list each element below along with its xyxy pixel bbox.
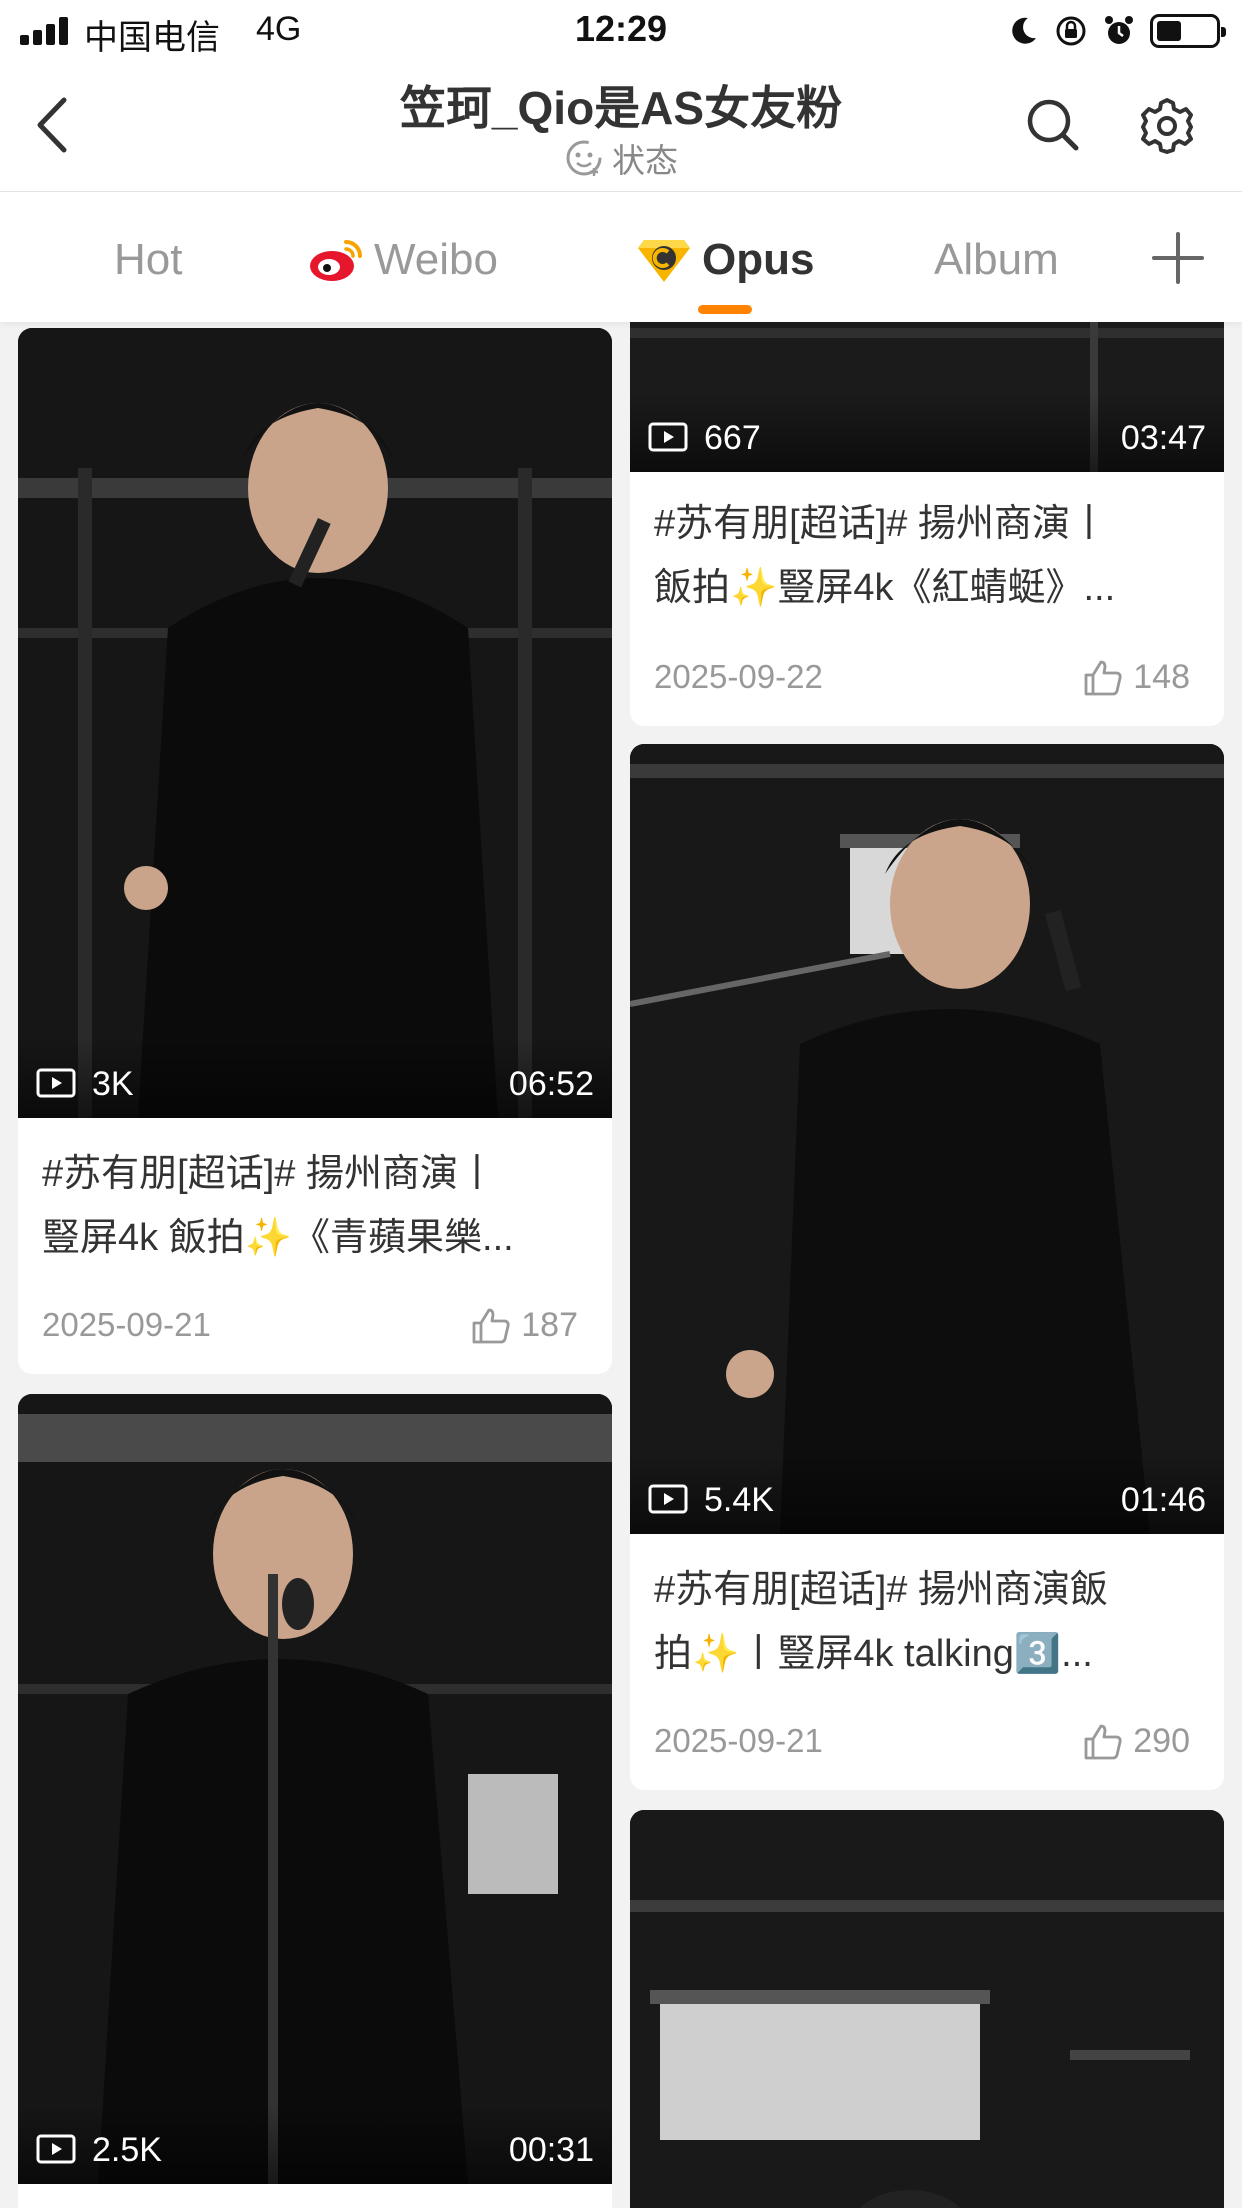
like-count: 148 bbox=[1133, 658, 1190, 696]
tab-label: Album bbox=[934, 235, 1059, 284]
video-card[interactable] bbox=[630, 1810, 1224, 2208]
opus-logo-icon bbox=[638, 240, 690, 282]
post-date: 2025-09-22 bbox=[654, 658, 823, 695]
view-count: 5.4K bbox=[704, 1481, 774, 1519]
profile-header: 笠珂_Qio是AS女友粉 状态 bbox=[0, 62, 1242, 192]
performer-photo bbox=[630, 744, 1224, 1534]
tab-label: Opus bbox=[702, 235, 815, 284]
video-title-line: 豎屏4k 飯拍✨《青蘋果樂... bbox=[42, 1217, 514, 1259]
video-card[interactable]: 5.4K 01:46 #苏有朋[超话]# 揚州商演飯 拍✨丨豎屏4k talki… bbox=[630, 744, 1224, 1790]
moon-icon bbox=[1012, 17, 1036, 44]
tab-opus[interactable]: Opus bbox=[636, 232, 814, 288]
post-date: 2025-09-21 bbox=[654, 1722, 823, 1759]
video-card[interactable]: 667 03:47 #苏有朋[超话]# 揚州商演丨 飯拍✨豎屏4k《紅蜻蜓》..… bbox=[630, 322, 1224, 726]
add-tab-icon[interactable] bbox=[1150, 230, 1206, 286]
video-card[interactable]: 3K 06:52 #苏有朋[超话]# 揚州商演丨 豎屏4k 飯拍✨《青蘋果樂..… bbox=[18, 328, 612, 1374]
thumbs-up-icon bbox=[1084, 660, 1122, 695]
video-thumbnail[interactable]: 2.5K 00:31 bbox=[18, 1394, 612, 2184]
video-play-icon bbox=[648, 422, 688, 452]
thumbs-up-icon bbox=[472, 1308, 510, 1343]
tab-album[interactable]: Album bbox=[934, 232, 1059, 288]
status-label: 状态 bbox=[612, 142, 678, 179]
alarm-icon bbox=[1105, 16, 1133, 44]
video-title-line: 拍✨丨豎屏4k talking3️⃣... bbox=[654, 1633, 1093, 1675]
tab-label: Weibo bbox=[374, 235, 498, 284]
video-thumbnail[interactable]: 667 03:47 bbox=[630, 322, 1224, 472]
performer-photo bbox=[630, 1810, 1224, 2208]
view-count: 2.5K bbox=[92, 2131, 162, 2169]
battery-icon bbox=[1150, 14, 1226, 48]
video-play-icon bbox=[36, 1068, 76, 1098]
status-bar: 中国电信 4G 12:29 bbox=[0, 0, 1242, 62]
video-title-line: #苏有朋[超话]# 揚州商演丨 bbox=[654, 503, 1108, 545]
video-title[interactable]: #苏有朋[超话]# 揚州商演丨 豎屏4k 飯拍✨《青蘋果樂... bbox=[42, 1142, 588, 1270]
video-play-icon bbox=[36, 2134, 76, 2164]
post-date: 2025-09-21 bbox=[42, 1306, 211, 1343]
video-thumbnail[interactable]: 3K 06:52 bbox=[18, 328, 612, 1118]
video-thumbnail[interactable]: 5.4K 01:46 bbox=[630, 744, 1224, 1534]
video-play-icon bbox=[648, 1484, 688, 1514]
rotation-lock-icon bbox=[1056, 16, 1086, 46]
tab-label: Hot bbox=[114, 235, 183, 284]
video-title[interactable]: #苏有朋[超话]# 揚州商演飯 拍✨丨豎屏4k talking3️⃣... bbox=[654, 1558, 1200, 1686]
like-count: 187 bbox=[521, 1306, 578, 1344]
profile-tabs: Hot Weibo Opus Album bbox=[0, 192, 1242, 322]
video-title-line: #苏有朋[超话]# 揚州商演飯 bbox=[654, 1569, 1108, 1611]
tab-weibo[interactable]: Weibo bbox=[308, 232, 498, 288]
video-duration: 01:46 bbox=[1120, 1481, 1206, 1519]
like-count: 290 bbox=[1133, 1722, 1190, 1760]
video-title[interactable]: #苏有朋[超话]# 揚州商演丨 飯拍✨豎屏4k《紅蜻蜓》... bbox=[654, 492, 1200, 620]
gear-icon[interactable] bbox=[1138, 96, 1196, 154]
opus-feed: 3K 06:52 #苏有朋[超话]# 揚州商演丨 豎屏4k 飯拍✨《青蘋果樂..… bbox=[0, 322, 1242, 2208]
view-count: 667 bbox=[704, 419, 761, 457]
tab-hot[interactable]: Hot bbox=[114, 232, 182, 288]
like-button[interactable]: 187 bbox=[471, 1306, 578, 1345]
thumbs-up-icon bbox=[1084, 1724, 1122, 1759]
status-face-icon bbox=[566, 140, 602, 176]
video-duration: 00:31 bbox=[508, 2131, 594, 2169]
view-count: 3K bbox=[92, 1065, 134, 1103]
weibo-logo-icon bbox=[310, 240, 362, 281]
video-duration: 06:52 bbox=[508, 1065, 594, 1103]
video-title-line: #苏有朋[超话]# 揚州商演丨 bbox=[42, 1153, 496, 1195]
video-title-line: 飯拍✨豎屏4k《紅蜻蜓》... bbox=[654, 567, 1116, 609]
like-button[interactable]: 148 bbox=[1083, 658, 1190, 697]
video-duration: 03:47 bbox=[1120, 419, 1206, 457]
video-thumbnail[interactable] bbox=[630, 1810, 1224, 2208]
performer-photo bbox=[18, 1394, 612, 2184]
video-card[interactable]: 2.5K 00:31 bbox=[18, 1394, 612, 2208]
search-icon[interactable] bbox=[1024, 96, 1082, 154]
performer-photo bbox=[18, 328, 612, 1118]
active-tab-indicator bbox=[698, 305, 752, 314]
like-button[interactable]: 290 bbox=[1083, 1722, 1190, 1761]
